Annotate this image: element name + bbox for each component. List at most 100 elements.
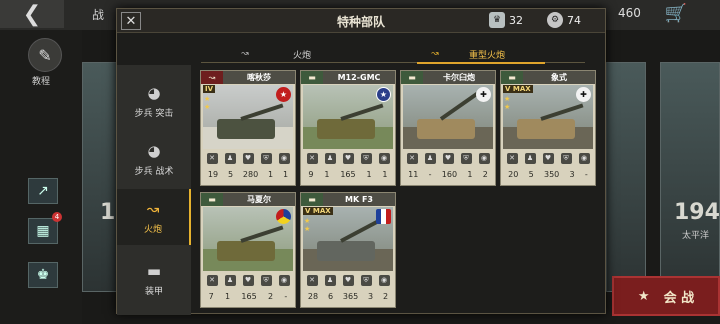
german-cross-icon: ✚ [576,87,591,102]
resource-value: 32 [509,13,523,27]
tank-icon: ▬ [301,193,323,206]
soldier-icon: ♟ [524,152,536,164]
eye-icon: ◉ [378,274,390,286]
shop-cart-icon[interactable]: 🛒 [664,2,688,24]
stat-values: 20 5 350 3- [508,169,588,179]
eye-icon: ◉ [578,152,590,164]
attack-icon: ✕ [206,152,218,164]
stat-icons: ✕ ♟ ♥ ⛨ ◉ [503,151,593,165]
stat-values: 11-160 1 2 [408,169,488,179]
tank-icon: ▬ [401,71,423,84]
rank-badge: V MAX [303,207,333,215]
film-icon: ▦ [36,223,50,239]
unit-name: 卡尔臼炮 [443,73,475,82]
tab-heavy-artillery[interactable]: ↝ 重型火炮 [427,45,505,63]
coin-icon: ⚙ [547,12,563,28]
tutorial-label: 教程 [32,77,51,87]
soldier-icon: ♟ [324,274,336,286]
unit-card[interactable]: ▬ 象式 V MAX ★ ★ ✚ ✕ ♟ ♥ ⛨ ◉ 20 5 350 3- [500,70,596,186]
unit-name: 马夏尔 [247,195,271,204]
shield-icon: ⛨ [260,152,272,164]
stat-icons: ✕ ♟ ♥ ⛨ ◉ [303,151,393,165]
category-infantry-tactics[interactable]: ◕ 步兵 战术 [117,131,191,187]
health-icon: ♥ [242,152,254,164]
trophy-button[interactable]: ♚ [28,262,58,288]
tank-icon: ▬ [201,193,223,206]
soldier-icon: ♟ [224,274,236,286]
soldier-icon: ♟ [224,152,236,164]
film-button[interactable]: ▦ [28,218,58,244]
france-flag-icon [376,209,391,224]
resource-value: 74 [567,13,581,27]
star-rating: ★ ★ [504,95,511,111]
eye-icon: ◉ [378,152,390,164]
tutorial-button[interactable]: ✎ [28,38,62,72]
unit-name: 喀秋莎 [247,73,271,82]
attack-icon: ✕ [406,152,418,164]
active-tab-indicator [417,62,545,64]
share-button[interactable]: ↗ [28,178,58,204]
screen-title: 战 [92,8,105,22]
book-icon: ✎ [38,45,52,65]
unit-card[interactable]: ▬ 卡尔臼炮 ✚ ✕ ♟ ♥ ⛨ ◉ 11-160 1 2 [400,70,496,186]
eye-icon: ◉ [278,152,290,164]
helmet-icon: ◕ [147,83,161,102]
category-artillery[interactable]: ↝ 火炮 [117,189,191,245]
romania-roundel-icon [276,209,291,224]
stat-values: 19 5 280 1 1 [207,169,289,179]
unit-name: MK F3 [345,195,373,204]
special-forces-dialog: ✕ 特种部队 ♛ 32 ⚙ 74 ↝ 火炮 ↝ 重型火炮 ◕ 步兵 突击 ◕ 步… [116,8,606,315]
heavy-artillery-icon: ↝ [431,49,439,59]
rocket-launcher-icon: ↝ [201,71,223,84]
us-star-icon: ★ [376,87,391,102]
unit-card[interactable]: ▬ 马夏尔 ✕ ♟ ♥ ⛨ ◉ 7 1 165 2- [200,192,296,308]
tank-icon: ▬ [301,71,323,84]
shield-icon: ⛨ [460,152,472,164]
type-tabs: ↝ 火炮 ↝ 重型火炮 [201,45,585,64]
unit-card[interactable]: ↝ 喀秋莎 IV ★ ★ ★ ✕ ♟ ♥ ⛨ ◉ 19 5 280 1 1 [200,70,296,186]
rank-badge: IV [203,85,216,93]
emblem-icon: ★ [637,288,650,304]
tab-label: 重型火炮 [469,50,506,61]
category-label: 装甲 [144,286,163,297]
soviet-star-icon: ★ [276,87,291,102]
attack-icon: ✕ [506,152,518,164]
stat-icons: ✕ ♟ ♥ ⛨ ◉ [403,151,493,165]
campaign-sub-label: 太平洋 [682,231,710,241]
stat-values: 28 6 365 3 2 [307,291,389,301]
attack-icon: ✕ [306,152,318,164]
unit-card[interactable]: ▬ M12-GMC ★ ✕ ♟ ♥ ⛨ ◉ 9 1 165 1 1 [300,70,396,186]
category-armor[interactable]: ▬ 装甲 [117,251,191,307]
unit-card[interactable]: ▬ MK F3 V MAX ★ ★ ✕ ♟ ♥ ⛨ ◉ 28 6 365 3 2 [300,192,396,308]
soldier-icon: ♟ [424,152,436,164]
category-infantry-assault[interactable]: ◕ 步兵 突击 [117,73,191,129]
unit-name: M12-GMC [337,73,381,82]
rank-badge: V MAX [503,85,533,93]
resource-counter: ⚙ 74 [547,12,581,28]
back-button[interactable]: ❮ [0,0,64,28]
helmet-icon: ◕ [147,141,161,160]
shield-icon: ⛨ [560,152,572,164]
campaign-card[interactable] [660,62,720,292]
category-label: 步兵 突击 [134,108,174,119]
tab-label: 火炮 [293,50,312,61]
shield-icon: ⛨ [360,152,372,164]
campaign-battle-button[interactable]: ★ 会 战 [612,276,720,316]
unit-name: 象式 [551,73,567,82]
campaign-card[interactable] [606,62,646,292]
tab-artillery[interactable]: ↝ 火炮 [237,45,311,63]
eye-icon: ◉ [478,152,490,164]
artillery-icon: ↝ [241,49,249,59]
stat-icons: ✕ ♟ ♥ ⛨ ◉ [203,151,293,165]
health-icon: ♥ [342,152,354,164]
resource-counter: ♛ 32 [489,12,523,28]
stat-icons: ✕ ♟ ♥ ⛨ ◉ [303,273,393,287]
attack-icon: ✕ [206,274,218,286]
notification-badge: 4 [52,212,62,222]
battle-label: 会 战 [663,290,695,306]
tank-icon: ▬ [501,71,523,84]
category-sidebar: ◕ 步兵 突击 ◕ 步兵 战术 ↝ 火炮 ▬ 装甲 [117,65,191,315]
german-cross-icon: ✚ [476,87,491,102]
artillery-icon: ↝ [146,199,160,218]
currency-value: 460 [618,6,641,20]
